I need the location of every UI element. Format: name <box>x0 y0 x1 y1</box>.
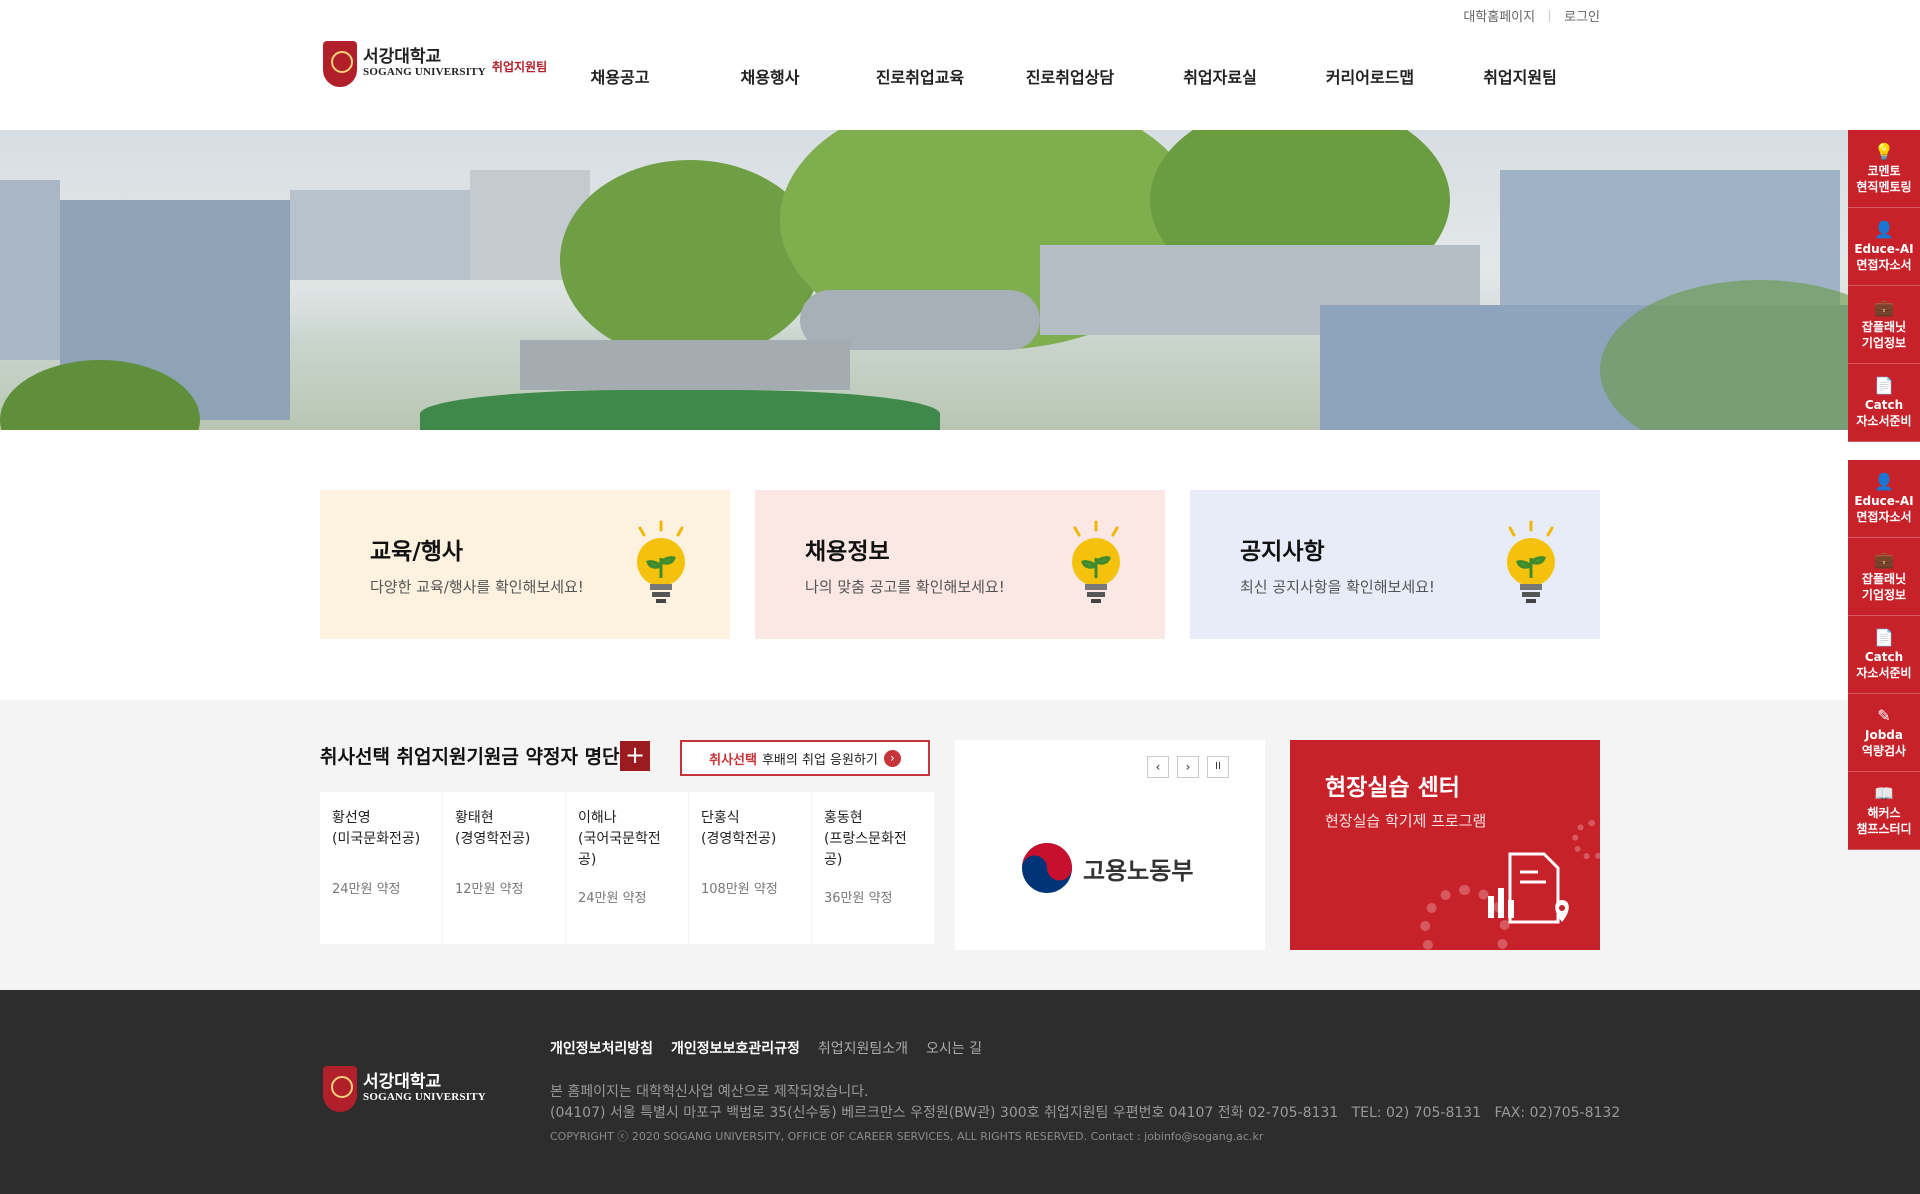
card-education-events[interactable]: 교육/행사 다양한 교육/행사를 확인해보세요! <box>320 490 730 639</box>
card-recruit-info[interactable]: 채용정보 나의 맞춤 공고를 확인해보세요! <box>755 490 1165 639</box>
footer-links: 개인정보처리방침 개인정보보호관리규정 취업지원팀소개 오시는 길 <box>550 1038 1000 1058</box>
person-icon: 👤 <box>1874 471 1894 491</box>
donation-list-title: 취사선택 취업지원기원금 약정자 명단 <box>320 746 620 768</box>
donor-item: 이해나 (국어국문학전 공) 24만원 약정 <box>566 792 688 944</box>
quick-item-jobplanet[interactable]: 💼 잡플래닛 기업정보 <box>1848 538 1920 616</box>
page: 대학홈페이지 로그인 서강대학교 SOGANG UNIVERSITY 취업지원팀… <box>0 0 1920 1194</box>
taegeuk-icon <box>1022 843 1072 893</box>
footer-logo-english: SOGANG UNIVERSITY <box>363 1091 486 1104</box>
lightbulb-icon <box>637 520 685 603</box>
slider-next-button[interactable]: › <box>1177 756 1199 778</box>
donor-item: 황태현 (경영학전공) 12만원 약정 <box>443 792 565 944</box>
partner-banner-slider[interactable]: ‹ › II 고용노동부 <box>955 740 1265 950</box>
university-home-link[interactable]: 대학홈페이지 <box>1463 6 1535 25</box>
nav-item-team[interactable]: 취업지원팀 <box>1445 64 1595 88</box>
footer-link-team-intro[interactable]: 취업지원팀소개 <box>818 1038 908 1058</box>
donor-list: 황선영 (미국문화전공) 24만원 약정 황태현 (경영학전공) 12만원 약정… <box>320 792 935 944</box>
quick-item-jobda[interactable]: ✎ Jobda 역량검사 <box>1848 694 1920 772</box>
chevron-right-icon: › <box>883 749 901 767</box>
slider-prev-button[interactable]: ‹ <box>1147 756 1169 778</box>
briefcase-icon: 💼 <box>1874 549 1894 569</box>
document-chart-icon <box>1488 852 1569 924</box>
login-link[interactable]: 로그인 <box>1564 6 1600 25</box>
card-notices[interactable]: 공지사항 최신 공지사항을 확인해보세요! <box>1190 490 1600 639</box>
donor-amount: 36만원 약정 <box>824 891 893 906</box>
donor-item: 황선영 (미국문화전공) 24만원 약정 <box>320 792 442 944</box>
utility-nav: 대학홈페이지 로그인 <box>1463 6 1600 25</box>
footer-info: 본 홈페이지는 대학혁신사업 예산으로 제작되었습니다. (04107) 서울 … <box>550 1082 1620 1124</box>
quick-item-catch[interactable]: 📄 Catch 자소서준비 <box>1848 364 1920 442</box>
lightbulb-icon <box>1507 520 1555 603</box>
donor-item: 단홍식 (경영학전공) 108만원 약정 <box>689 792 811 944</box>
document-icon: 📄 <box>1874 375 1894 395</box>
footer-copyright: COPYRIGHT ⓒ 2020 SOGANG UNIVERSITY, OFFI… <box>550 1130 1264 1143</box>
slider-pause-button[interactable]: II <box>1207 756 1229 778</box>
footer-logo-korean: 서강대학교 <box>363 1072 442 1093</box>
pencil-icon: ✎ <box>1877 705 1891 725</box>
donor-amount: 24만원 약정 <box>332 882 401 897</box>
university-emblem-icon <box>323 1066 357 1112</box>
logo-wordmark: 서강대학교 SOGANG UNIVERSITY <box>363 47 486 79</box>
field-practice-center-banner[interactable]: 현장실습 센터 현장실습 학기제 프로그램 <box>1290 740 1600 950</box>
footer-link-privacy-rules[interactable]: 개인정보보호관리규정 <box>671 1038 800 1058</box>
footer-notice: 본 홈페이지는 대학혁신사업 예산으로 제작되었습니다. <box>550 1084 869 1100</box>
nav-item-career-education[interactable]: 진로취업교육 <box>845 64 995 88</box>
more-button[interactable]: + <box>620 741 650 771</box>
donor-amount: 12만원 약정 <box>455 882 524 897</box>
support-juniors-button[interactable]: 취사선택 후배의 취업 응원하기 › <box>680 740 930 776</box>
quick-item-educe-ai[interactable]: 👤 Educe-AI 면접자소서 <box>1848 208 1920 286</box>
nav-item-job-postings[interactable]: 채용공고 <box>545 64 695 88</box>
footer-address: (04107) 서울 특별시 마포구 백범로 35(신수동) 베르크만스 우정원… <box>550 1105 1621 1121</box>
book-icon: 📖 <box>1874 783 1894 803</box>
quick-item-catch[interactable]: 📄 Catch 자소서준비 <box>1848 616 1920 694</box>
moel-name: 고용노동부 <box>1083 856 1194 885</box>
nav-item-career-counseling[interactable]: 진로취업상담 <box>995 64 1145 88</box>
site-logo[interactable]: 서강대학교 SOGANG UNIVERSITY 취업지원팀 <box>323 41 547 87</box>
donor-name: 황선영 (미국문화전공) <box>332 810 421 847</box>
quick-item-educe-ai[interactable]: 👤 Educe-AI 면접자소서 <box>1848 460 1920 538</box>
support-label: 후배의 취업 응원하기 <box>761 752 878 768</box>
logo-department: 취업지원팀 <box>491 60 548 74</box>
donor-name: 황태현 (경영학전공) <box>455 810 531 847</box>
footer-link-directions[interactable]: 오시는 길 <box>926 1038 982 1058</box>
support-highlight: 취사선택 <box>709 752 757 768</box>
footer-link-privacy-policy[interactable]: 개인정보처리방침 <box>550 1038 653 1058</box>
donor-item: 홍동현 (프랑스문화전 공) 36만원 약정 <box>812 792 934 944</box>
lightbulb-icon: 💡 <box>1874 141 1894 161</box>
footer-logo: 서강대학교 SOGANG UNIVERSITY <box>323 1066 486 1112</box>
donor-amount: 108만원 약정 <box>701 882 778 897</box>
hero-campus-image <box>0 130 1920 430</box>
divider <box>1549 9 1551 22</box>
document-icon: 📄 <box>1874 627 1894 647</box>
university-emblem-icon <box>323 41 357 87</box>
logo-korean: 서강대학교 <box>363 47 442 68</box>
main-nav: 채용공고 채용행사 진로취업교육 진로취업상담 취업자료실 커리어로드맵 취업지… <box>545 64 1595 88</box>
donor-name: 단홍식 (경영학전공) <box>701 810 777 847</box>
donor-name: 홍동현 (프랑스문화전 공) <box>824 810 907 868</box>
nav-item-career-roadmap[interactable]: 커리어로드맵 <box>1295 64 1445 88</box>
quick-item-hackers[interactable]: 📖 해커스 챔프스터디 <box>1848 772 1920 850</box>
quick-menu: 💡 코멘토 현직멘토링 👤 Educe-AI 면접자소서 💼 잡플래닛 기업정보… <box>1848 130 1920 850</box>
lightbulb-icon <box>1072 520 1120 603</box>
field-center-desc: 현장실습 학기제 프로그램 <box>1325 812 1487 830</box>
quick-item-jobplanet[interactable]: 💼 잡플래닛 기업정보 <box>1848 286 1920 364</box>
quick-item-comento[interactable]: 💡 코멘토 현직멘토링 <box>1848 130 1920 208</box>
person-icon: 👤 <box>1874 219 1894 239</box>
nav-item-recruit-events[interactable]: 채용행사 <box>695 64 845 88</box>
moel-logo[interactable]: 고용노동부 <box>1021 842 1193 894</box>
field-center-title: 현장실습 센터 <box>1325 775 1460 801</box>
briefcase-icon: 💼 <box>1874 297 1894 317</box>
donor-name: 이해나 (국어국문학전 공) <box>578 810 661 868</box>
donor-amount: 24만원 약정 <box>578 891 647 906</box>
nav-item-resources[interactable]: 취업자료실 <box>1145 64 1295 88</box>
logo-english: SOGANG UNIVERSITY <box>363 66 486 79</box>
